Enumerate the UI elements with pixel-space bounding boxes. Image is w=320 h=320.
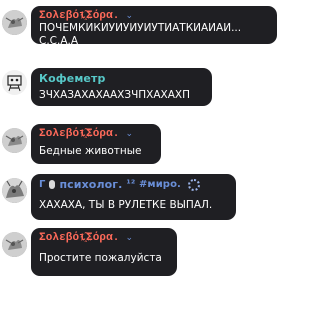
chevron-down-icon[interactable]: ⌄ — [126, 233, 134, 243]
message: Кофеметр ЗЧХАЗАХАХААХЗЧПХАХАХП — [0, 64, 281, 106]
author-name[interactable]: психолог. — [59, 178, 122, 191]
author-prefix: Γ — [39, 179, 46, 190]
author-name[interactable]: Σολεβόι҈Σόρα. — [39, 232, 120, 244]
author-suffix: ¹² #миро. — [126, 179, 181, 190]
author-name[interactable]: Кофеметр — [39, 72, 105, 85]
message-bubble[interactable]: Σολεβόι҈Σόρα. ⌄ ПОЧЕМКИКИУИУИУИУТИАТКИАИ… — [31, 6, 277, 47]
message-text: Простите пожалуйста — [39, 252, 162, 264]
avatar-icon — [49, 180, 56, 189]
message-bubble[interactable]: Σολεβόι҈Σόρα. ⌄ Простите пожалуйста — [31, 228, 177, 276]
message: Σολεβόι҈Σόρα. ⌄ Простите пожалуйста — [0, 226, 281, 276]
message-bubble[interactable]: Кофеметр ЗЧХАЗАХАХААХЗЧПХАХАХП — [31, 68, 212, 106]
author-name[interactable]: Σολεβόι҈Σόρα. — [39, 10, 120, 22]
avatar[interactable] — [2, 70, 27, 95]
message-text: ХАХАХА, ТЫ В РУЛЕТКЕ ВЫПАЛ. — [39, 199, 213, 211]
avatar[interactable] — [2, 232, 27, 257]
message: Σολεβόι҈Σόρα. ⌄ Бедные животные — [0, 118, 281, 166]
author-name[interactable]: Σολεβόι҈Σόρα. — [39, 128, 120, 140]
avatar[interactable] — [2, 178, 27, 203]
avatar[interactable] — [2, 128, 27, 153]
message: Γ психолог. ¹² #миро. ХАХАХА, ТЫ В РУЛЕТ… — [0, 172, 281, 222]
chevron-down-icon[interactable]: ⌄ — [126, 11, 134, 21]
message-text: ЗЧХАЗАХАХААХЗЧПХАХАХП — [39, 89, 191, 101]
chevron-down-icon[interactable]: ⌄ — [126, 129, 134, 139]
avatar[interactable] — [2, 10, 27, 35]
message-text: ПОЧЕМКИКИУИУИУИУТИАТКИАИАИ... С.С.А.А — [39, 22, 242, 47]
message-bubble[interactable]: Σολεβόι҈Σόρα. ⌄ Бедные животные — [31, 124, 161, 164]
loading-icon — [187, 178, 200, 191]
message-bubble[interactable]: Γ психолог. ¹² #миро. ХАХАХА, ТЫ В РУЛЕТ… — [31, 174, 236, 220]
message: Σολεβόι҈Σόρα. ⌄ ПОЧЕМКИКИУИУИУИУТИАТКИАИ… — [0, 2, 281, 47]
message-text: Бедные животные — [39, 145, 142, 157]
